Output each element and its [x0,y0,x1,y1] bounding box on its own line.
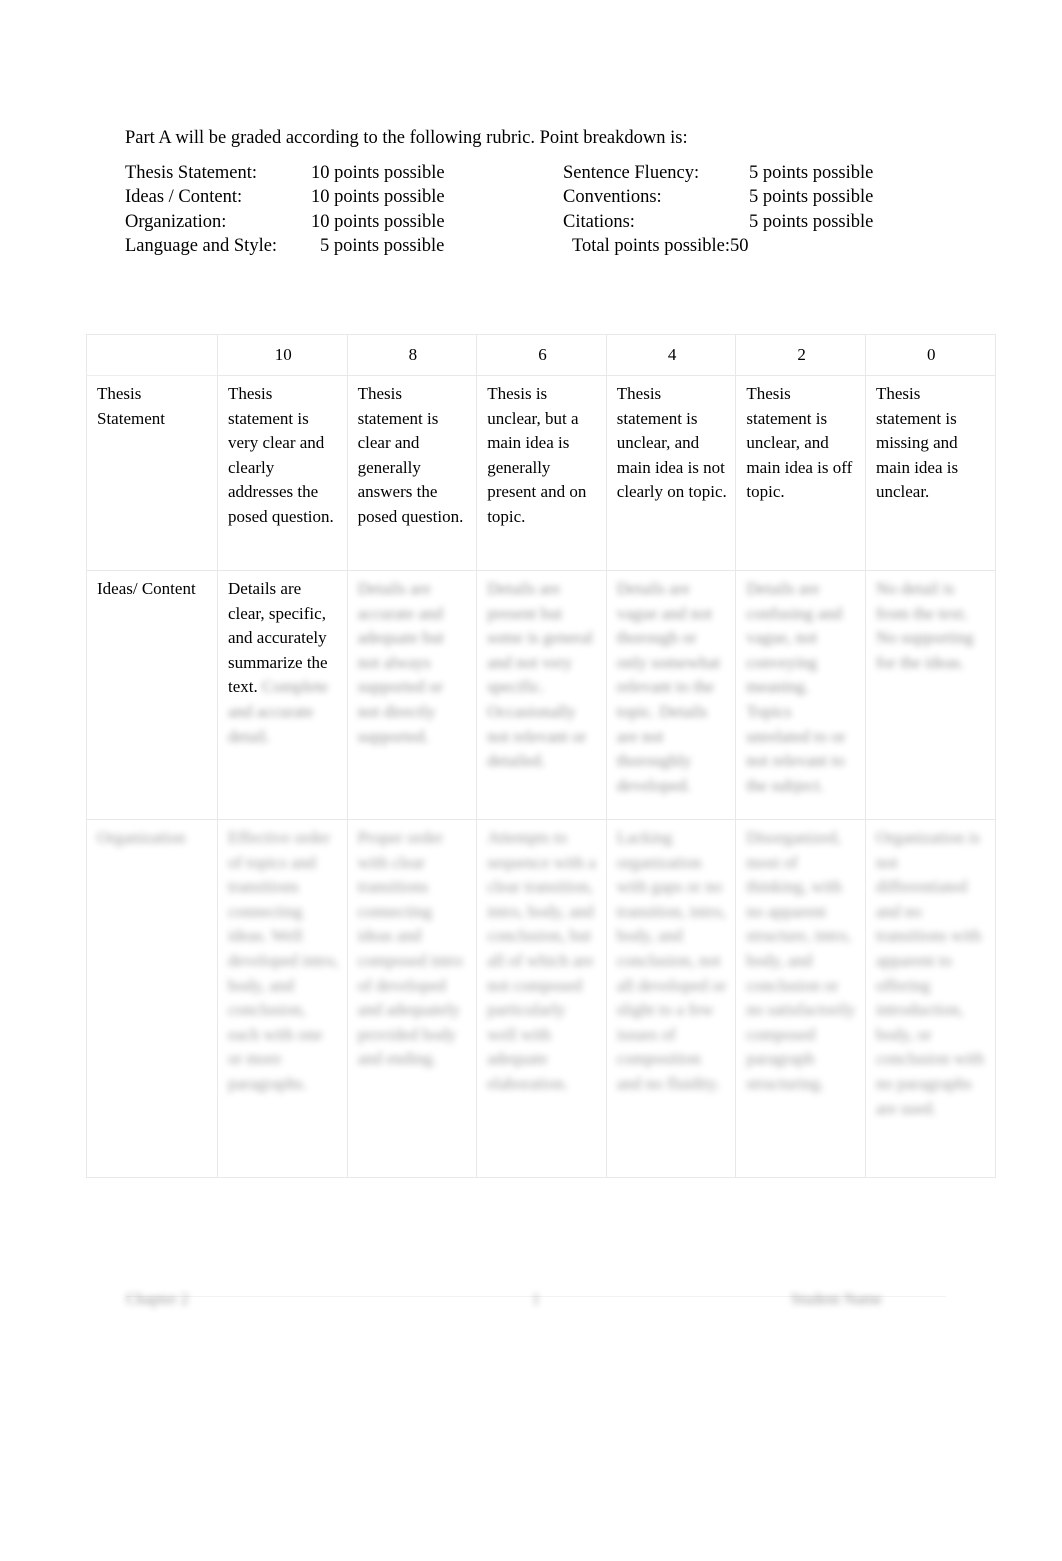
rubric-criterion-ideas-content: Ideas/ Content [86,570,218,820]
rubric-header-score-6: 6 [476,334,607,376]
rubric-cell-ideas-0: No detail is from the text. No supportin… [864,570,996,820]
rubric-cell-ideas-4: Details are vague and not thorough or on… [605,570,737,820]
breakdown-value-citations: 5 points possible [749,211,874,232]
rubric-cell-thesis-8: Thesis statement is clear and generally … [346,375,478,571]
rubric-criterion-thesis-statement: Thesis Statement [86,375,218,571]
rubric-header-score-0: 0 [864,334,996,376]
rubric-cell-organization-6: Attempts to sequence with a clear transi… [476,819,607,1178]
breakdown-label-thesis: Thesis Statement: [125,163,258,183]
table-row: Thesis Statement Thesis statement is ver… [86,375,996,571]
breakdown-value-ideas: 10 points possible [311,187,445,208]
table-row: Ideas/ Content Details are clear, specif… [86,570,996,820]
rubric-cell-thesis-4: Thesis statement is unclear, and main id… [605,375,737,571]
breakdown-label-ideas: Ideas / Content: [125,187,243,208]
footer-page-number: 1 [532,1291,540,1308]
rubric-cell-organization-10: Effective order of topics and transition… [217,819,348,1178]
breakdown-row: Organization: 10 points possible Citatio… [125,210,949,234]
breakdown-total: Total points possible:50 [572,235,749,256]
rubric-cell-organization-2: Disorganized, most of thinking, with no … [735,819,866,1178]
rubric-cell-ideas-6: Details are present but some is general … [476,570,607,820]
point-breakdown: Thesis Statement: 10 points possible Sen… [125,161,949,258]
breakdown-label-fluency: Sentence Fluency: [563,163,700,183]
rubric-cell-ideas-10: Details are clear, specific, and accurat… [217,570,348,820]
breakdown-row: Thesis Statement: 10 points possible Sen… [125,161,949,185]
intro-line: Part A will be graded according to the f… [125,128,688,148]
rubric-table: 10 8 6 4 2 0 Thesis Statement Thesis sta… [86,334,996,1178]
rubric-header-criterion [86,334,218,376]
breakdown-label-conventions: Conventions: [563,187,662,208]
breakdown-value-conventions: 5 points possible [749,187,874,208]
rubric-cell-organization-4: Lacking organization with gaps or no tra… [605,819,737,1178]
breakdown-value-language: 5 points possible [320,235,445,256]
breakdown-label-language: Language and Style: [125,235,278,256]
breakdown-row: Ideas / Content: 10 points possible Conv… [125,185,949,209]
table-row: Organization Effective order of topics a… [86,819,996,1178]
footer-left-text: Chapter 2 [126,1291,189,1308]
breakdown-value-organization: 10 points possible [311,211,445,232]
rubric-cell-organization-0: Organization is not differentiated and n… [864,819,996,1178]
footer-right-text: Student Name [790,1291,882,1308]
rubric-header-score-8: 8 [346,334,478,376]
rubric-header-row: 10 8 6 4 2 0 [86,334,996,376]
rubric-header-score-10: 10 [217,334,348,376]
breakdown-value-thesis: 10 points possible [311,163,445,183]
rubric-cell-thesis-2: Thesis statement is unclear, and main id… [735,375,866,571]
breakdown-row: Language and Style: 5 points possible To… [125,234,949,258]
rubric-header-score-4: 4 [605,334,737,376]
rubric-cell-thesis-0: Thesis statement is missing and main ide… [864,375,996,571]
rubric-cell-ideas-8: Details are accurate and adequate but no… [346,570,478,820]
rubric-cell-thesis-6: Thesis is unclear, but a main idea is ge… [476,375,607,571]
document-page: Part A will be graded according to the f… [0,0,1062,1561]
rubric-cell-thesis-10: Thesis statement is very clear and clear… [217,375,348,571]
rubric-criterion-organization: Organization [86,819,218,1178]
rubric-cell-organization-8: Proper order with clear transitions conn… [346,819,478,1178]
rubric-cell-ideas-2: Details are confusing and vague, not con… [735,570,866,820]
page-footer: Chapter 2 1 Student Name [126,1287,946,1313]
rubric-header-score-2: 2 [735,334,866,376]
breakdown-value-fluency: 5 points possible [749,163,874,183]
breakdown-label-citations: Citations: [563,211,635,232]
breakdown-label-organization: Organization: [125,211,227,232]
